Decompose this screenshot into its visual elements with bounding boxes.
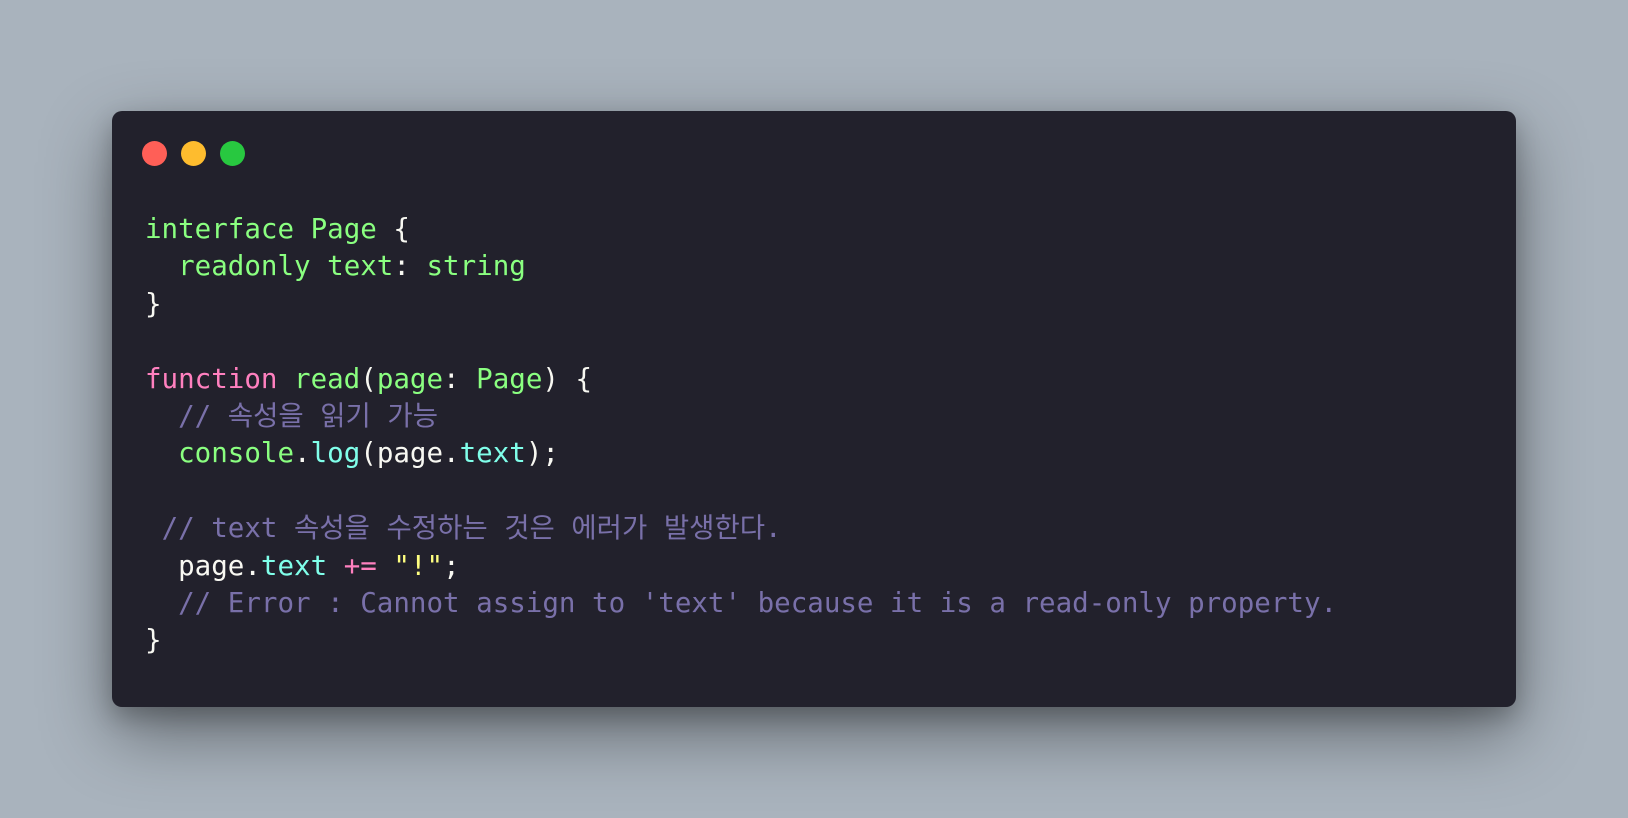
code-token: } <box>145 624 162 657</box>
code-token: readonly <box>178 250 311 283</box>
code-line: // text 속성을 수정하는 것은 에러가 발생한다. <box>145 510 1337 547</box>
code-line: // Error : Cannot assign to 'text' becau… <box>145 585 1337 622</box>
code-token: "!" <box>393 549 444 582</box>
code-token: . <box>294 437 311 470</box>
code-token: += <box>343 549 377 582</box>
code-line: readonly text: string <box>145 248 1337 285</box>
code-token: text <box>459 437 526 470</box>
code-token: ) { <box>542 362 593 395</box>
code-token: log <box>310 437 361 470</box>
code-token: ( <box>360 362 377 395</box>
code-token: (page. <box>360 437 460 470</box>
code-token: { <box>376 213 410 245</box>
code-line: } <box>145 622 1337 659</box>
code-line: } <box>145 286 1337 323</box>
code-token: page. <box>178 549 261 582</box>
code-token: ; <box>443 549 460 582</box>
code-comment: // Error : Cannot assign to 'text' becau… <box>178 586 1338 619</box>
code-token: console <box>178 437 295 470</box>
code-line: page.text += "!"; <box>145 548 1337 585</box>
code-token: text <box>327 250 394 283</box>
code-comment: // text 속성을 수정하는 것은 에러가 발생한다. <box>161 512 782 545</box>
code-line: console.log(page.text); <box>145 435 1337 472</box>
code-token: read <box>294 362 361 395</box>
code-token: Page <box>476 362 543 395</box>
code-line: function read(page: Page) { <box>145 361 1337 398</box>
maximize-button[interactable] <box>220 141 245 166</box>
code-token: Page <box>310 213 377 245</box>
code-token: function <box>145 362 278 395</box>
code-token: ); <box>525 437 559 470</box>
code-token: } <box>145 287 162 320</box>
code-token: : <box>443 362 477 395</box>
code-block: interface Page { readonly text: string} … <box>145 211 1337 660</box>
code-token: string <box>426 250 526 283</box>
code-token: interface <box>145 213 295 245</box>
code-comment: // 속성을 읽기 가능 <box>178 399 439 432</box>
close-button[interactable] <box>142 141 167 166</box>
code-token: : <box>393 250 427 283</box>
code-line: interface Page { <box>145 211 1337 248</box>
code-window: interface Page { readonly text: string} … <box>112 111 1516 707</box>
window-controls <box>142 141 245 166</box>
code-token: page <box>376 362 444 395</box>
minimize-button[interactable] <box>181 141 206 166</box>
code-line: // 속성을 읽기 가능 <box>145 398 1337 435</box>
code-token: text <box>260 549 328 582</box>
